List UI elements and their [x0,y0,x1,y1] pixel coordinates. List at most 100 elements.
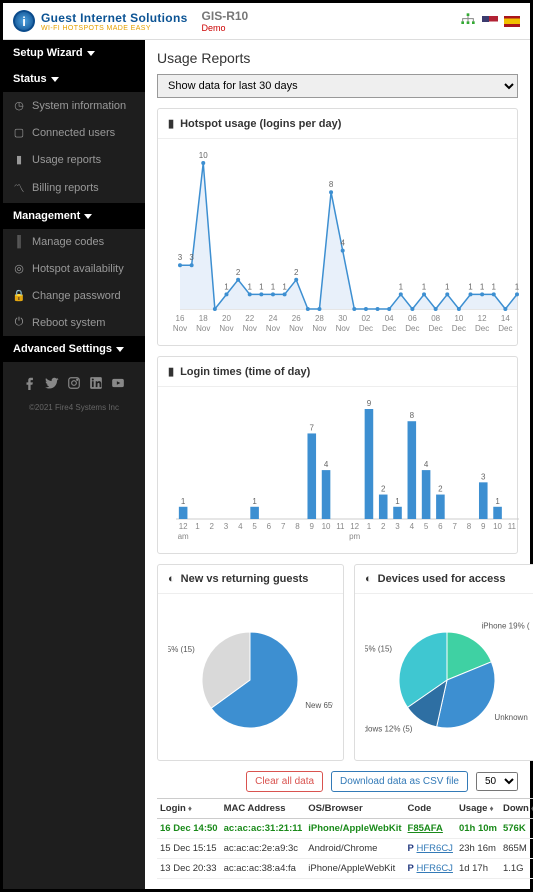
chevron-down-icon [87,51,95,56]
sidebar-item-manage-codes[interactable]: ║Manage codes [3,229,145,255]
chevron-down-icon [84,214,92,219]
svg-text:10: 10 [454,314,463,323]
svg-text:04: 04 [385,314,394,323]
svg-text:2: 2 [236,268,241,277]
top-bar: i Guest Internet Solutions WI-FI HOTSPOT… [3,3,530,40]
cell-code[interactable]: P HFR6CJ [405,859,456,879]
svg-text:1: 1 [399,282,404,291]
cell-usage: 1d 17h [456,859,500,879]
cell-usage: 01h 10m [456,819,500,839]
cell-down: 865M [500,839,533,859]
clear-data-button[interactable]: Clear all data [246,771,323,792]
sidebar-item-label: Hotspot availability [32,263,124,275]
svg-text:Windows 12% (5): Windows 12% (5) [365,724,413,733]
flag-es-icon[interactable] [504,16,520,27]
sidebar-section-management[interactable]: Management [3,203,145,229]
svg-text:Dec: Dec [382,324,396,333]
svg-text:4: 4 [340,239,345,248]
sidebar-section-advanced[interactable]: Advanced Settings [3,336,145,362]
svg-text:Nov: Nov [336,324,350,333]
chart-line-icon: 〽 [13,180,25,196]
svg-text:am: am [178,532,189,541]
svg-text:18: 18 [199,314,208,323]
pie-chart-devices: iPhone 19% (8)Unknown 35% (15)Windows 12… [365,602,530,752]
svg-text:4: 4 [238,522,243,531]
sidebar-item-label: Billing reports [32,182,99,194]
svg-text:22: 22 [245,314,254,323]
instagram-icon[interactable] [67,376,81,393]
table-row[interactable]: 15 Dec 15:15 ac:ac:ac:2e:a9:3c Android/C… [157,839,533,859]
twitter-icon[interactable] [45,376,59,393]
cell-down: 1.1G [500,859,533,879]
power-icon: ⏻ [13,316,25,329]
svg-text:30: 30 [338,314,347,323]
svg-text:1: 1 [259,282,264,291]
svg-text:Dec: Dec [359,324,373,333]
brand-logo[interactable]: i Guest Internet Solutions WI-FI HOTSPOT… [13,10,188,32]
svg-text:7: 7 [310,423,315,432]
table-header[interactable]: Down♦ [500,799,533,819]
network-icon[interactable] [460,12,476,31]
usage-table: Login♦MAC AddressOS/BrowserCodeUsage♦Dow… [157,798,533,879]
svg-text:10: 10 [322,522,331,531]
date-range-select[interactable]: Show data for last 30 days [157,74,518,98]
panel-login-times: ▮Login times (time of day) 112am12341567… [157,356,518,554]
download-csv-button[interactable]: Download data as CSV file [331,771,468,792]
table-row[interactable]: 13 Dec 20:33 ac:ac:ac:38:a4:fa iPhone/Ap… [157,859,533,879]
svg-text:7: 7 [281,522,286,531]
table-header[interactable]: Code [405,799,456,819]
youtube-icon[interactable] [111,376,125,393]
svg-text:1: 1 [247,282,252,291]
flag-us-icon[interactable] [482,16,498,27]
bars-icon: ▮ [168,365,174,378]
table-header[interactable]: Usage♦ [456,799,500,819]
svg-text:12: 12 [478,314,487,323]
sidebar-item-connected-users[interactable]: ▢ Connected users [3,119,145,146]
svg-text:9: 9 [310,522,315,531]
svg-text:1: 1 [492,282,497,291]
sidebar-section-wizard[interactable]: Setup Wizard [3,40,145,66]
table-row[interactable]: 16 Dec 14:50 ac:ac:ac:31:21:11 iPhone/Ap… [157,819,533,839]
svg-text:28: 28 [315,314,324,323]
svg-text:iPhone 19% (8): iPhone 19% (8) [482,622,530,631]
panel-title: Devices used for access [378,573,506,585]
panel-new-returning: ◐New vs returning guests New 65% (28)Ret… [157,564,344,761]
svg-text:4: 4 [410,522,415,531]
sidebar: Setup Wizard Status ◷System information … [3,40,145,889]
screen-icon: ▢ [13,126,25,139]
svg-text:Dec: Dec [429,324,443,333]
cell-code[interactable]: P HFR6CJ [405,839,456,859]
page-size-select[interactable]: 50 [476,772,518,791]
table-header[interactable]: MAC Address [221,799,306,819]
table-header[interactable]: OS/Browser [305,799,404,819]
svg-text:12: 12 [179,522,188,531]
linkedin-icon[interactable] [89,376,103,393]
facebook-icon[interactable] [23,376,37,393]
svg-text:24: 24 [269,314,278,323]
svg-text:Dec: Dec [498,324,512,333]
cell-login: 13 Dec 20:33 [157,859,221,879]
svg-text:1: 1 [480,282,485,291]
svg-text:Dec: Dec [475,324,489,333]
svg-text:3: 3 [395,522,400,531]
cell-mac: ac:ac:ac:38:a4:fa [221,859,306,879]
svg-text:1: 1 [252,497,257,506]
svg-text:9: 9 [481,522,486,531]
sidebar-item-label: Manage codes [32,236,104,248]
sidebar-section-status[interactable]: Status [3,66,145,92]
svg-text:26: 26 [292,314,301,323]
sidebar-item-change-password[interactable]: 🔒Change password [3,282,145,309]
cell-code[interactable]: F85AFA [405,819,456,839]
sidebar-item-hotspot-availability[interactable]: ◎Hotspot availability [3,255,145,282]
pie-chart-guests: New 65% (28)Returning 35% (15) [168,602,333,752]
svg-text:12: 12 [350,522,359,531]
sidebar-item-usage-reports[interactable]: ▮Usage reports [3,146,145,173]
sidebar-item-billing-reports[interactable]: 〽 Billing reports [3,173,145,203]
svg-text:1: 1 [282,282,287,291]
sidebar-item-label: Connected users [32,127,115,139]
svg-text:2: 2 [381,485,386,494]
table-header[interactable]: Login♦ [157,799,221,819]
sidebar-item-system-information[interactable]: ◷System information [3,92,145,119]
svg-text:8: 8 [467,522,472,531]
sidebar-item-reboot-system[interactable]: ⏻Reboot system [3,309,145,336]
